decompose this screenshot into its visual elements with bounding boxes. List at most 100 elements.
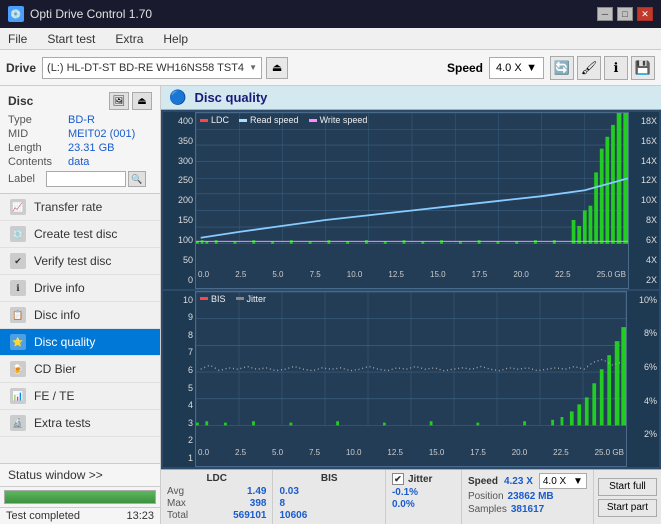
x2-label-25-gb: 25.0 GB [595, 448, 624, 466]
y-right-10x: 10X [631, 195, 657, 205]
sidebar-item-fe-te[interactable]: 📊 FE / TE [0, 383, 160, 410]
y-label-200: 200 [165, 195, 193, 205]
close-button[interactable]: ✕ [637, 7, 653, 21]
drive-label: Drive [6, 61, 36, 75]
sidebar-item-cd-bier[interactable]: 🍺 CD Bier [0, 356, 160, 383]
sidebar-item-create-test-disc[interactable]: 💿 Create test disc [0, 221, 160, 248]
sidebar-item-extra-tests[interactable]: 🔬 Extra tests [0, 410, 160, 437]
chart1-legend: LDC Read speed Write speed [200, 115, 367, 125]
refresh-button[interactable]: 🔄 [550, 56, 574, 80]
y-label-150: 150 [165, 215, 193, 225]
x-label-10-0: 10.0 [347, 270, 363, 288]
stats-ldc-total-value: 569101 [233, 510, 266, 521]
maximize-button[interactable]: □ [617, 7, 633, 21]
menu-start-test[interactable]: Start test [43, 31, 99, 47]
stats-btn-col: Start full Start part [594, 470, 661, 524]
disc-label-search-btn[interactable]: 🔍 [128, 171, 146, 187]
stats-max-label: Max [167, 498, 186, 509]
search-icon: 🔍 [131, 174, 142, 185]
y-label-250: 250 [165, 175, 193, 185]
speed-dropdown[interactable]: 4.0 X ▼ [489, 57, 544, 79]
start-part-button[interactable]: Start part [598, 499, 657, 517]
drive-info-icon: ℹ [10, 280, 26, 296]
sidebar-item-label-disc-quality: Disc quality [34, 335, 95, 349]
eject-button[interactable]: ⏏ [266, 57, 288, 79]
sidebar-item-disc-quality[interactable]: ⭐ Disc quality [0, 329, 160, 356]
disc-length-row: Length 23.31 GB [8, 142, 152, 154]
app-icon: 💿 [8, 6, 24, 22]
y-label-50: 50 [165, 255, 193, 265]
eject-icon: ⏏ [272, 61, 282, 74]
y2-label-10: 10 [165, 295, 193, 305]
menu-help[interactable]: Help [159, 31, 192, 47]
stats-ldc-max-row: Max 398 [167, 498, 266, 509]
drive-dropdown-text: (L:) HL-DT-ST BD-RE WH16NS58 TST4 [47, 62, 244, 74]
disc-title: Disc [8, 94, 33, 108]
chart2-x-axis: 0.0 2.5 5.0 7.5 10.0 12.5 15.0 17.5 20.0… [196, 448, 626, 466]
stats-total-label: Total [167, 510, 188, 521]
x-label-22-5: 22.5 [555, 270, 571, 288]
disc-info-icon: 📋 [10, 307, 26, 323]
progress-bar-container [0, 486, 160, 507]
titlebar-left: 💿 Opti Drive Control 1.70 [8, 6, 152, 22]
sidebar: Disc 🖼 ⏏ Type BD-R MID MEIT02 (001) Leng… [0, 86, 161, 524]
info-button[interactable]: ℹ [604, 56, 628, 80]
write-legend-dot [309, 119, 317, 122]
menu-extra[interactable]: Extra [111, 31, 147, 47]
chart1-y-labels-right: 18X 16X 14X 12X 10X 8X 6X 4X 2X [629, 112, 659, 289]
disc-label-row: Label 🔍 [8, 171, 152, 187]
minimize-button[interactable]: ─ [597, 7, 613, 21]
disc-type-label: Type [8, 114, 68, 126]
sidebar-item-verify-test-disc[interactable]: ✔ Verify test disc [0, 248, 160, 275]
info-icon: ℹ [614, 60, 619, 76]
y2-right-6pct: 6% [629, 362, 657, 372]
sidebar-item-disc-info[interactable]: 📋 Disc info [0, 302, 160, 329]
stats-bis-avg-value: 0.03 [279, 486, 298, 497]
charts-area: 400 350 300 250 200 150 100 50 0 LDC [161, 110, 661, 469]
x2-label-7-5: 7.5 [309, 448, 320, 466]
cd-bier-icon: 🍺 [10, 361, 26, 377]
disc-quality-header-icon: 🔵 [169, 89, 186, 106]
stats-row: LDC Avg 1.49 Max 398 Total 569101 [161, 469, 661, 524]
stats-bis-total-value: 10606 [279, 510, 307, 521]
chart1-x-axis: 0.0 2.5 5.0 7.5 10.0 12.5 15.0 17.5 20.0… [196, 270, 628, 288]
speed-info-row: Speed 4.23 X 4.0 X ▼ [468, 473, 587, 489]
x2-label-10-0: 10.0 [346, 448, 362, 466]
disc-icon-btn-1[interactable]: 🖼 [109, 92, 129, 110]
jitter-legend-label: Jitter [247, 294, 267, 304]
create-test-disc-icon: 💿 [10, 226, 26, 242]
sidebar-item-drive-info[interactable]: ℹ Drive info [0, 275, 160, 302]
speed-stats-dropdown[interactable]: 4.0 X ▼ [539, 473, 587, 489]
stats-jitter-avg-value: -0.1% [392, 487, 418, 498]
stats-ldc-col: LDC Avg 1.49 Max 398 Total 569101 [161, 470, 272, 524]
speed-label: Speed [447, 61, 483, 75]
jitter-checkbox[interactable]: ✔ [392, 473, 404, 485]
x-label-7-5: 7.5 [310, 270, 321, 288]
settings-icon: 🖌 [581, 60, 598, 76]
disc-icon-btn-2[interactable]: ⏏ [132, 92, 152, 110]
save-button[interactable]: 💾 [631, 56, 655, 80]
speed-arrow-icon: ▼ [526, 62, 537, 74]
disc-label-input[interactable] [46, 171, 126, 187]
disc-contents-value: data [68, 156, 89, 168]
disc-panel: Disc 🖼 ⏏ Type BD-R MID MEIT02 (001) Leng… [0, 86, 160, 194]
position-row: Position 23862 MB [468, 491, 587, 502]
y-right-16x: 16X [631, 136, 657, 146]
sidebar-item-transfer-rate[interactable]: 📈 Transfer rate [0, 194, 160, 221]
drive-dropdown[interactable]: (L:) HL-DT-ST BD-RE WH16NS58 TST4 ▼ [42, 57, 262, 79]
start-full-button[interactable]: Start full [598, 478, 657, 496]
x-label-20-0: 20.0 [513, 270, 529, 288]
legend-write-speed: Write speed [309, 115, 368, 125]
menu-file[interactable]: File [4, 31, 31, 47]
bis-legend-label: BIS [211, 294, 226, 304]
speed-stats-dropdown-value: 4.0 X [543, 476, 566, 487]
content-area: 🔵 Disc quality 400 350 300 250 200 150 1… [161, 86, 661, 524]
read-legend-dot [239, 119, 247, 122]
sidebar-item-label-create-test-disc: Create test disc [34, 227, 117, 241]
settings-button[interactable]: 🖌 [577, 56, 601, 80]
disc-length-value: 23.31 GB [68, 142, 114, 154]
chart-ldc: 400 350 300 250 200 150 100 50 0 LDC [163, 112, 659, 289]
x2-label-20-0: 20.0 [512, 448, 528, 466]
status-time: 13:23 [126, 510, 154, 522]
status-window-button[interactable]: Status window >> [0, 463, 160, 486]
